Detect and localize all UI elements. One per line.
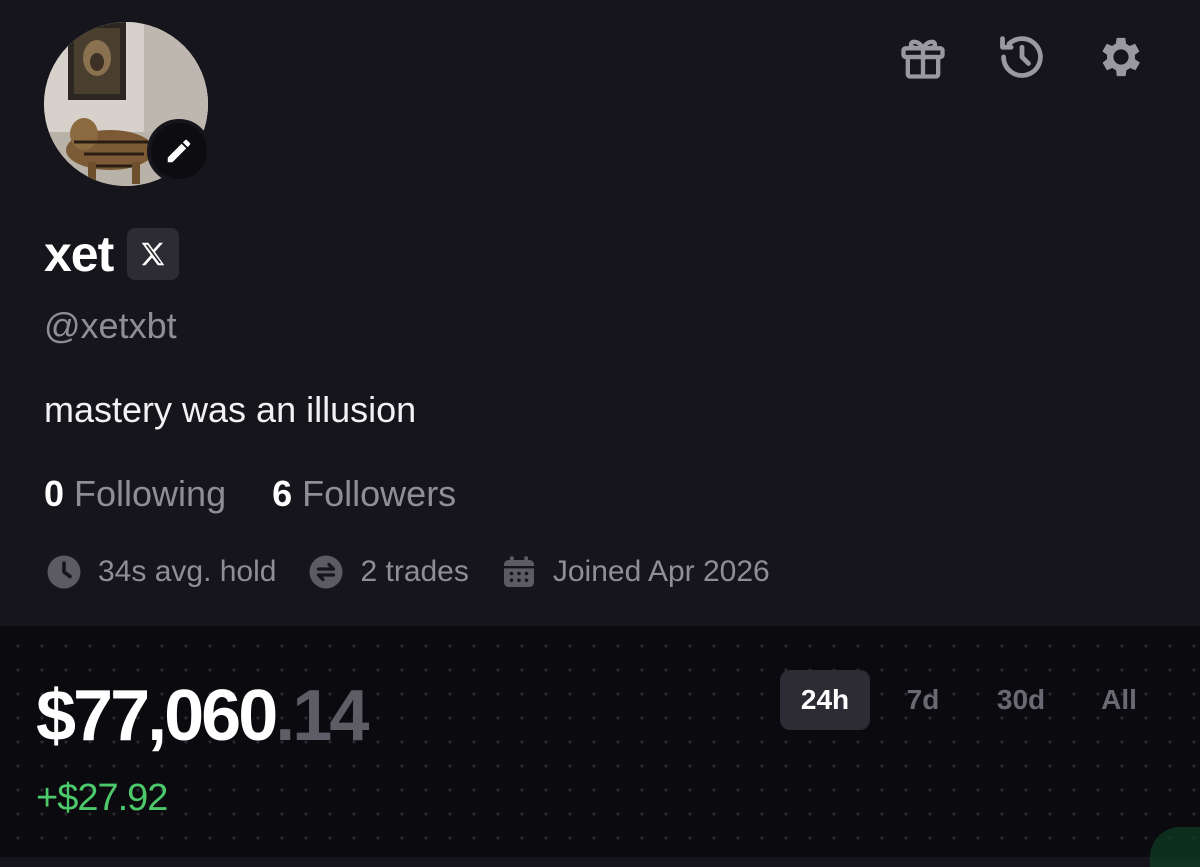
gift-icon (901, 39, 945, 79)
balance-cents: .14 (275, 676, 369, 756)
joined-stat: Joined Apr 2026 (501, 552, 770, 592)
follow-stats: 0 Following 6 Followers (44, 470, 456, 518)
range-tab-24h[interactable]: 24h (780, 670, 870, 730)
settings-button[interactable] (1094, 30, 1148, 84)
following-link[interactable]: 0 Following (44, 470, 226, 518)
display-name: xet (44, 226, 114, 282)
clock-icon (46, 554, 82, 590)
balance-main: $77,060 (36, 676, 278, 756)
x-logo-icon (142, 242, 165, 266)
x-profile-link[interactable] (127, 228, 180, 280)
chart-corner-accent (1150, 827, 1200, 867)
range-tab-30d[interactable]: 30d (976, 670, 1066, 730)
portfolio-panel: $77,060.14 +$27.92 24h 7d 30d All (0, 626, 1200, 867)
user-handle: @xetxbt (44, 305, 177, 346)
trades-stat: 2 trades (308, 552, 469, 592)
history-icon (1000, 36, 1043, 78)
calendar-icon (501, 554, 537, 590)
avg-hold-stat: 34s avg. hold (46, 552, 276, 592)
followers-link[interactable]: 6 Followers (272, 470, 456, 518)
swap-icon (308, 554, 344, 590)
profile-header: xet @xetxbt mastery was an illusion 0 Fol… (0, 0, 1200, 626)
following-count: 0 (44, 473, 65, 514)
gift-button[interactable] (896, 30, 950, 84)
history-button[interactable] (995, 30, 1049, 84)
time-range-tabs: 24h 7d 30d All (780, 670, 1164, 730)
avg-hold-text: 34s avg. hold (98, 555, 277, 588)
edit-avatar-button[interactable] (147, 119, 211, 183)
trades-text: 2 trades (360, 555, 469, 588)
followers-label: Followers (302, 473, 457, 514)
pencil-icon (167, 139, 191, 163)
joined-text: Joined Apr 2026 (552, 555, 770, 588)
settings-gear-icon (1102, 37, 1140, 77)
following-label: Following (74, 473, 227, 514)
top-actions (896, 30, 1148, 84)
range-tab-all[interactable]: All (1074, 670, 1164, 730)
pnl-change: +$27.92 (36, 777, 168, 819)
followers-count: 6 (272, 473, 293, 514)
range-tab-7d[interactable]: 7d (878, 670, 968, 730)
user-bio: mastery was an illusion (44, 389, 417, 430)
name-row: xet (44, 222, 180, 286)
portfolio-balance: $77,060.14 (36, 676, 369, 756)
profile-meta: 34s avg. hold 2 trades Joined Apr 2026 (46, 552, 802, 592)
